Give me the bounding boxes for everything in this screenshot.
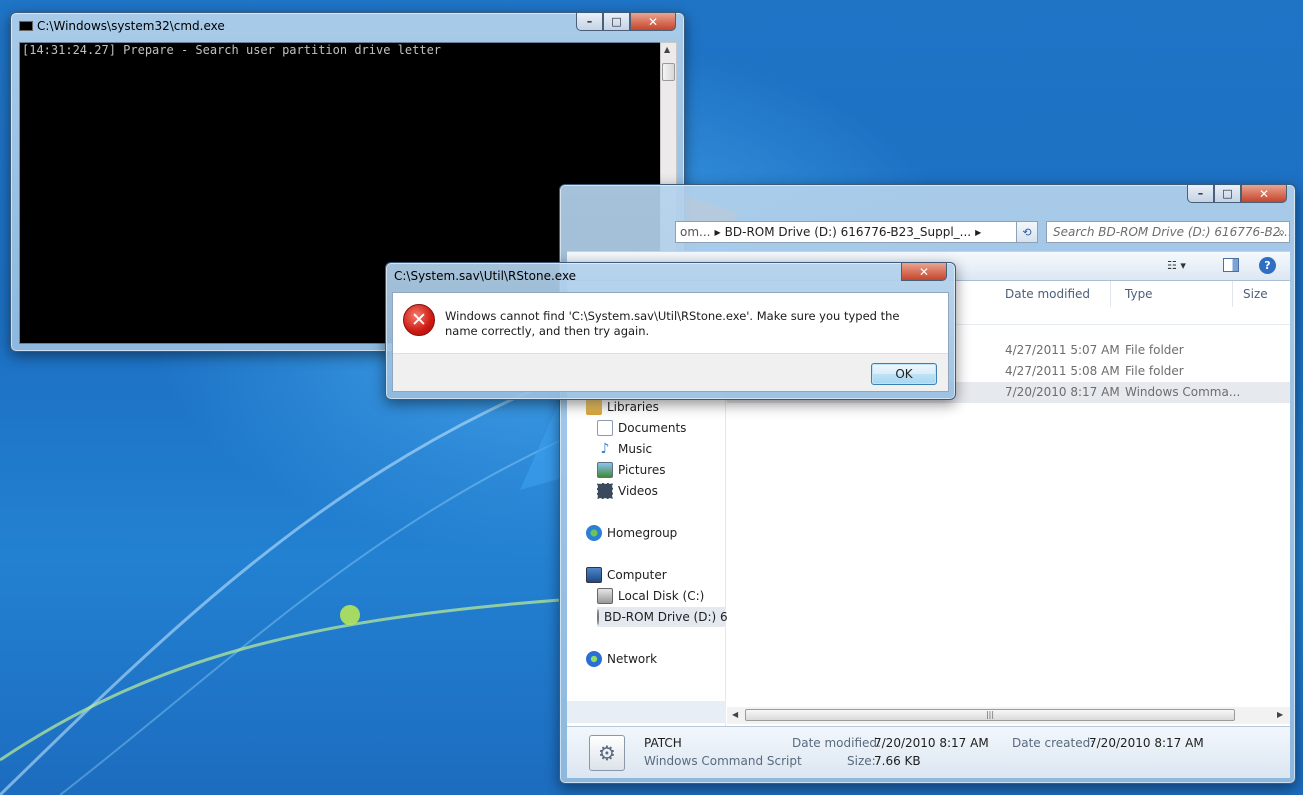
- music-icon: ♪: [600, 441, 610, 457]
- column-divider[interactable]: [1232, 281, 1233, 307]
- disc-icon: [597, 609, 599, 625]
- row-date: 4/27/2011 5:08 AM: [1005, 364, 1120, 378]
- close-button[interactable]: ✕: [901, 263, 947, 281]
- script-file-icon: ⚙: [589, 735, 625, 771]
- nav-label: Computer: [607, 568, 667, 582]
- videos-icon: [597, 483, 613, 499]
- minimize-button[interactable]: –: [576, 13, 603, 31]
- scroll-up-icon[interactable]: ▲: [664, 45, 670, 54]
- details-filename: PATCH: [644, 736, 682, 750]
- column-size[interactable]: Size: [1243, 287, 1268, 301]
- network-icon: [586, 651, 602, 667]
- nav-label: Music: [618, 442, 653, 456]
- error-icon: ✕: [403, 304, 435, 336]
- column-divider[interactable]: [1110, 281, 1111, 307]
- nav-videos[interactable]: Videos: [597, 481, 658, 501]
- refresh-button[interactable]: ⟲: [1016, 221, 1038, 243]
- details-size-label: Size:: [847, 754, 876, 768]
- documents-icon: [597, 420, 613, 436]
- column-date-modified[interactable]: Date modified: [1005, 287, 1090, 301]
- computer-icon: [586, 567, 602, 583]
- details-filetype: Windows Command Script: [644, 754, 802, 768]
- row-type: Windows Comma...: [1125, 385, 1241, 399]
- nav-label: Pictures: [618, 463, 666, 477]
- details-date-created: 7/20/2010 8:17 AM: [1089, 736, 1204, 750]
- ok-button[interactable]: OK: [871, 363, 937, 385]
- close-icon: ✕: [918, 264, 930, 279]
- cmd-title: C:\Windows\system32\cmd.exe: [19, 19, 225, 33]
- scrollbar-thumb[interactable]: [662, 63, 675, 81]
- column-type[interactable]: Type: [1125, 287, 1153, 301]
- dialog-caption-buttons: ✕: [901, 263, 947, 281]
- dialog-footer: OK: [393, 353, 948, 391]
- nav-label: Network: [607, 652, 658, 666]
- views-icon[interactable]: ☷ ▾: [1167, 259, 1186, 272]
- details-date-modified-label: Date modified:: [792, 736, 882, 750]
- nav-libraries[interactable]: Libraries: [586, 397, 659, 417]
- row-type: File folder: [1125, 343, 1184, 357]
- cmd-icon: [19, 21, 33, 31]
- address-segment[interactable]: BD-ROM Drive (D:) 616776-B23_Suppl_...: [725, 225, 971, 239]
- libraries-icon: [586, 399, 602, 415]
- refresh-icon: ⟲: [1022, 225, 1032, 239]
- nav-label: Libraries: [607, 400, 659, 414]
- nav-bdrom[interactable]: BD-ROM Drive (D:) 6: [597, 607, 728, 627]
- close-button[interactable]: ✕: [630, 13, 676, 31]
- minimize-icon: –: [1197, 187, 1204, 200]
- maximize-button[interactable]: □: [603, 13, 630, 31]
- nav-music[interactable]: ♪ Music: [597, 439, 653, 459]
- nav-computer[interactable]: Computer: [586, 565, 667, 585]
- dialog-content: ✕ Windows cannot find 'C:\System.sav\Uti…: [392, 292, 949, 392]
- maximize-icon: □: [611, 15, 622, 28]
- row-date: 4/27/2011 5:07 AM: [1005, 343, 1120, 357]
- minimize-icon: –: [586, 15, 593, 28]
- maximize-button[interactable]: □: [1214, 185, 1241, 203]
- search-icon[interactable]: ⌕: [1278, 225, 1285, 240]
- search-input[interactable]: Search BD-ROM Drive (D:) 616776-B2... ⌕: [1046, 221, 1290, 243]
- help-icon[interactable]: ?: [1259, 257, 1276, 274]
- details-date-modified: 7/20/2010 8:17 AM: [874, 736, 989, 750]
- search-placeholder: Search BD-ROM Drive (D:) 616776-B2...: [1053, 225, 1290, 239]
- error-dialog[interactable]: C:\System.sav\Util\RStone.exe ✕ ✕ Window…: [385, 262, 956, 400]
- cmd-caption-buttons: – □ ✕: [576, 13, 676, 31]
- details-date-created-label: Date created:: [1012, 736, 1095, 750]
- close-button[interactable]: ✕: [1241, 185, 1287, 203]
- nav-selection-highlight: [567, 701, 726, 723]
- nav-homegroup[interactable]: Homegroup: [586, 523, 677, 543]
- minimize-button[interactable]: –: [1187, 185, 1214, 203]
- nav-network[interactable]: Network: [586, 649, 657, 669]
- close-icon: ✕: [647, 14, 659, 29]
- scroll-left-icon[interactable]: ◀: [732, 710, 738, 719]
- details-pane: ⚙ PATCH Windows Command Script Date modi…: [567, 726, 1290, 778]
- nav-label: Documents: [618, 421, 687, 435]
- breadcrumb-chevron-icon[interactable]: ▶: [975, 228, 981, 237]
- nav-pictures[interactable]: Pictures: [597, 460, 666, 480]
- scrollbar-thumb[interactable]: |||: [745, 709, 1235, 721]
- breadcrumb-chevron-icon[interactable]: ▶: [714, 228, 720, 237]
- row-type: File folder: [1125, 364, 1184, 378]
- console-line: [14:31:24.27] Prepare - Search user part…: [22, 43, 442, 57]
- local-disk-icon: [597, 588, 613, 604]
- nav-documents[interactable]: Documents: [597, 418, 686, 438]
- nav-local-disk[interactable]: Local Disk (C:): [597, 586, 704, 606]
- explorer-caption-buttons: – □ ✕: [1187, 185, 1287, 203]
- nav-label: Homegroup: [607, 526, 678, 540]
- maximize-icon: □: [1222, 187, 1233, 200]
- dialog-title: C:\System.sav\Util\RStone.exe: [394, 269, 577, 283]
- close-icon: ✕: [1258, 186, 1270, 201]
- error-message: Windows cannot find 'C:\System.sav\Util\…: [445, 309, 900, 338]
- preview-pane-icon[interactable]: [1223, 258, 1239, 272]
- row-date: 7/20/2010 8:17 AM: [1005, 385, 1120, 399]
- nav-label: Local Disk (C:): [618, 589, 705, 603]
- scroll-right-icon[interactable]: ▶: [1277, 710, 1283, 719]
- pictures-icon: [597, 462, 613, 478]
- nav-label: BD-ROM Drive (D:) 6: [604, 610, 728, 624]
- nav-label: Videos: [618, 484, 658, 498]
- address-prefix[interactable]: om...: [680, 225, 710, 239]
- address-bar[interactable]: om... ▶ BD-ROM Drive (D:) 616776-B23_Sup…: [675, 221, 1038, 243]
- horizontal-scrollbar[interactable]: ◀ ||| ▶: [727, 707, 1290, 724]
- homegroup-icon: [586, 525, 602, 541]
- cmd-title-text: C:\Windows\system32\cmd.exe: [37, 19, 225, 33]
- details-size: 7.66 KB: [874, 754, 921, 768]
